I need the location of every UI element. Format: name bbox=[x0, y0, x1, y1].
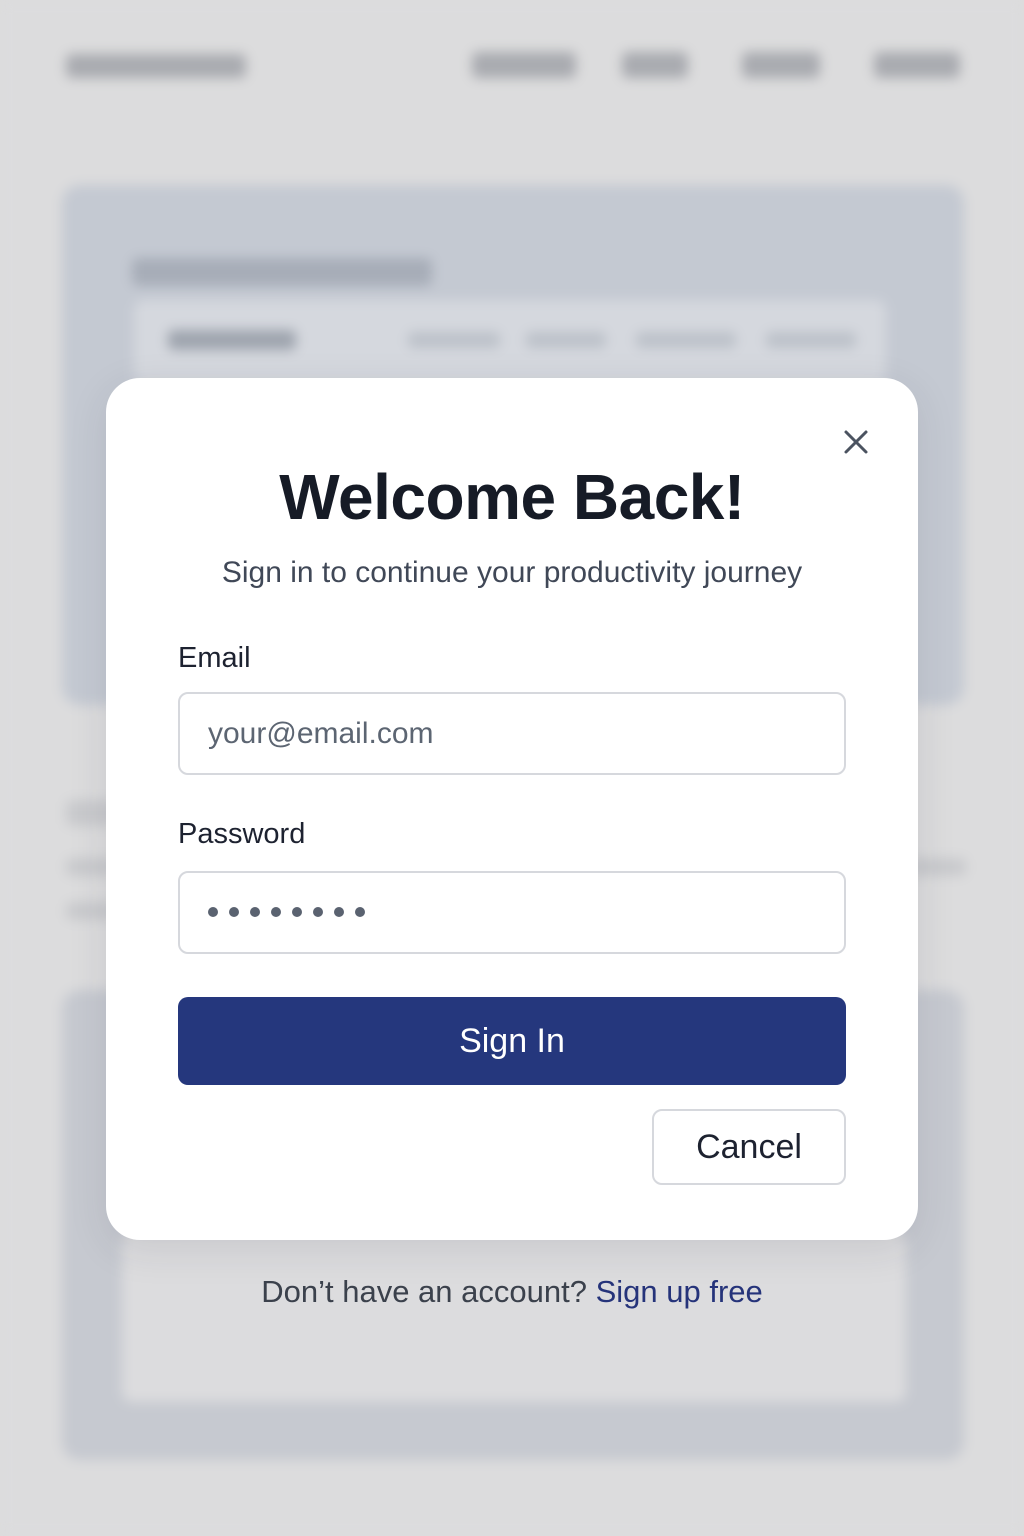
background-toolbar-item bbox=[526, 332, 606, 348]
close-icon bbox=[844, 430, 868, 454]
password-mask bbox=[208, 907, 365, 917]
signup-link[interactable]: Sign up free bbox=[596, 1274, 763, 1309]
password-mask-dot bbox=[208, 907, 218, 917]
password-mask-dot bbox=[313, 907, 323, 917]
password-mask-dot bbox=[271, 907, 281, 917]
signup-prompt-text: Don’t have an account? bbox=[261, 1274, 596, 1309]
password-mask-dot bbox=[292, 907, 302, 917]
background-brand bbox=[66, 54, 246, 78]
email-input[interactable] bbox=[178, 692, 846, 775]
background-nav-item bbox=[622, 52, 688, 78]
password-label: Password bbox=[178, 818, 306, 850]
cancel-button[interactable]: Cancel bbox=[652, 1109, 846, 1185]
password-mask-dot bbox=[334, 907, 344, 917]
email-label: Email bbox=[178, 642, 251, 674]
close-button[interactable] bbox=[840, 426, 872, 458]
background-nav-item bbox=[472, 52, 576, 78]
background-toolbar-item bbox=[636, 332, 736, 348]
password-mask-dot bbox=[250, 907, 260, 917]
modal-subtitle: Sign in to continue your productivity jo… bbox=[221, 556, 803, 589]
background-nav-item bbox=[874, 52, 960, 78]
background-toolbar-item bbox=[408, 332, 500, 348]
background-lower-inner bbox=[122, 1232, 906, 1402]
signin-modal: Welcome Back! Sign in to continue your p… bbox=[106, 378, 918, 1240]
background-toolbar-item bbox=[766, 332, 856, 348]
modal-title: Welcome Back! bbox=[279, 461, 745, 533]
background-hero-title bbox=[132, 258, 432, 286]
background-toolbar-item bbox=[168, 330, 296, 350]
background-nav-item bbox=[742, 52, 820, 78]
signup-prompt: Don’t have an account? Sign up free bbox=[0, 1274, 1024, 1310]
signin-button[interactable]: Sign In bbox=[178, 997, 846, 1085]
password-mask-dot bbox=[229, 907, 239, 917]
password-mask-dot bbox=[355, 907, 365, 917]
